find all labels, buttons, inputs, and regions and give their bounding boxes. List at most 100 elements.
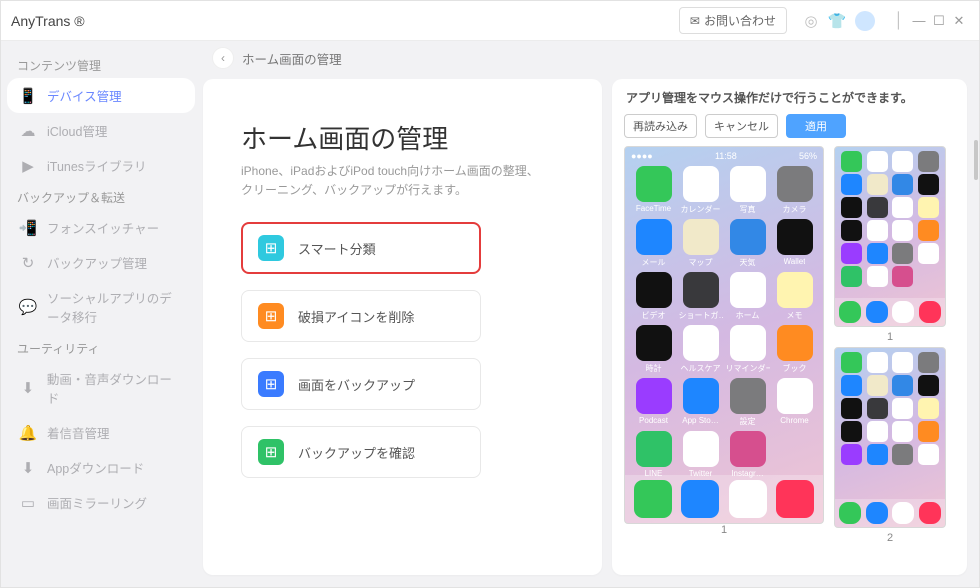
app-icon[interactable]: ヘルスケア [678,325,723,374]
reload-button[interactable]: 再読み込み [624,114,697,138]
app-icon[interactable] [916,444,941,465]
app-icon[interactable] [891,174,916,195]
sidebar-item[interactable]: 📲フォンスイッチャー [7,210,195,245]
option-バックアップを確認[interactable]: ⊞バックアップを確認 [241,426,481,478]
app-icon[interactable] [916,421,941,442]
dock-app-icon[interactable] [892,502,914,524]
app-icon[interactable] [916,220,941,241]
sidebar-item[interactable]: ▶iTunesライブラリ [7,148,195,183]
app-icon[interactable] [865,266,890,287]
minimize-button[interactable]: — [909,11,929,31]
dock-app-icon[interactable] [866,301,888,323]
close-button[interactable]: ✕ [949,11,969,31]
app-icon[interactable] [916,243,941,264]
app-icon[interactable]: Twitter [678,431,723,478]
app-icon[interactable]: 写真 [725,166,770,215]
app-icon[interactable] [916,174,941,195]
app-icon[interactable] [839,174,864,195]
sidebar-item[interactable]: ⬇Appダウンロード [7,450,195,485]
scrollbar[interactable] [974,140,978,180]
app-icon[interactable]: リマインダー [725,325,770,374]
phone-preview-small-1[interactable] [834,146,946,327]
app-icon[interactable] [891,151,916,172]
app-icon[interactable] [891,421,916,442]
avatar[interactable] [855,11,875,31]
app-icon[interactable] [891,398,916,419]
app-icon[interactable] [865,375,890,396]
app-icon[interactable] [839,197,864,218]
app-icon[interactable]: メール [631,219,676,268]
contact-button[interactable]: ✉ お問い合わせ [679,7,787,34]
app-icon[interactable] [916,352,941,373]
app-icon[interactable] [891,243,916,264]
app-icon[interactable] [865,444,890,465]
app-icon[interactable] [865,151,890,172]
app-icon[interactable] [916,197,941,218]
sidebar-item[interactable]: 🔔着信音管理 [7,415,195,450]
app-icon[interactable] [891,375,916,396]
app-icon[interactable] [891,220,916,241]
sidebar-item[interactable]: ▭画面ミラーリング [7,485,195,520]
dock-app-icon[interactable] [892,301,914,323]
shirt-icon[interactable]: 👕 [827,11,847,31]
app-icon[interactable] [891,352,916,373]
app-icon[interactable]: FaceTime [631,166,676,215]
app-icon[interactable]: 設定 [725,378,770,427]
dock-app-icon[interactable] [919,502,941,524]
app-icon[interactable]: マップ [678,219,723,268]
sidebar-item[interactable]: 📱デバイス管理 [7,78,195,113]
app-icon[interactable]: LINE [631,431,676,478]
maximize-button[interactable]: ☐ [929,11,949,31]
app-icon[interactable] [865,243,890,264]
app-icon[interactable] [839,352,864,373]
app-icon[interactable] [839,151,864,172]
app-icon[interactable] [839,243,864,264]
app-icon[interactable] [916,398,941,419]
back-button[interactable]: ‹ [212,47,234,69]
app-icon[interactable]: 時計 [631,325,676,374]
dock-app-icon[interactable] [839,301,861,323]
app-icon[interactable] [865,421,890,442]
dock-app-icon[interactable] [634,480,672,518]
app-icon[interactable]: カメラ [772,166,817,215]
app-icon[interactable] [839,375,864,396]
app-icon[interactable] [916,375,941,396]
app-icon[interactable]: ビデオ [631,272,676,321]
app-icon[interactable]: Wallet [772,219,817,268]
cancel-button[interactable]: キャンセル [705,114,778,138]
app-icon[interactable] [839,266,864,287]
app-icon[interactable] [891,444,916,465]
sidebar-item[interactable]: 💬ソーシャルアプリのデータ移行 [7,280,195,334]
app-icon[interactable] [891,266,916,287]
app-icon[interactable]: 天気 [725,219,770,268]
app-icon[interactable]: ブック [772,325,817,374]
option-スマート分類[interactable]: ⊞スマート分類 [241,222,481,274]
dock-app-icon[interactable] [839,502,861,524]
app-icon[interactable] [839,398,864,419]
app-icon[interactable] [839,421,864,442]
dock-app-icon[interactable] [866,502,888,524]
apply-button[interactable]: 適用 [786,114,846,138]
phone-preview-large[interactable]: ●●●●11:5856% FaceTimeカレンダー写真カメラメールマップ天気W… [624,146,824,524]
app-icon[interactable]: メモ [772,272,817,321]
app-icon[interactable] [865,352,890,373]
app-icon[interactable]: Chrome [772,378,817,427]
dock-app-icon[interactable] [919,301,941,323]
app-icon[interactable] [865,174,890,195]
option-破損アイコンを削除[interactable]: ⊞破損アイコンを削除 [241,290,481,342]
app-icon[interactable] [865,197,890,218]
app-icon[interactable]: App Sto… [678,378,723,427]
app-icon[interactable] [839,220,864,241]
app-icon[interactable] [865,398,890,419]
sidebar-item[interactable]: ⬇動画・音声ダウンロード [7,361,195,415]
app-icon[interactable] [839,444,864,465]
app-icon[interactable]: ホーム [725,272,770,321]
sidebar-item[interactable]: ↻バックアップ管理 [7,245,195,280]
app-icon[interactable]: カレンダー [678,166,723,215]
app-icon[interactable]: Instagr… [725,431,770,478]
app-icon[interactable] [916,151,941,172]
app-icon[interactable]: Podcast [631,378,676,427]
dock-app-icon[interactable] [681,480,719,518]
sidebar-item[interactable]: ☁iCloud管理 [7,113,195,148]
dock-app-icon[interactable] [776,480,814,518]
